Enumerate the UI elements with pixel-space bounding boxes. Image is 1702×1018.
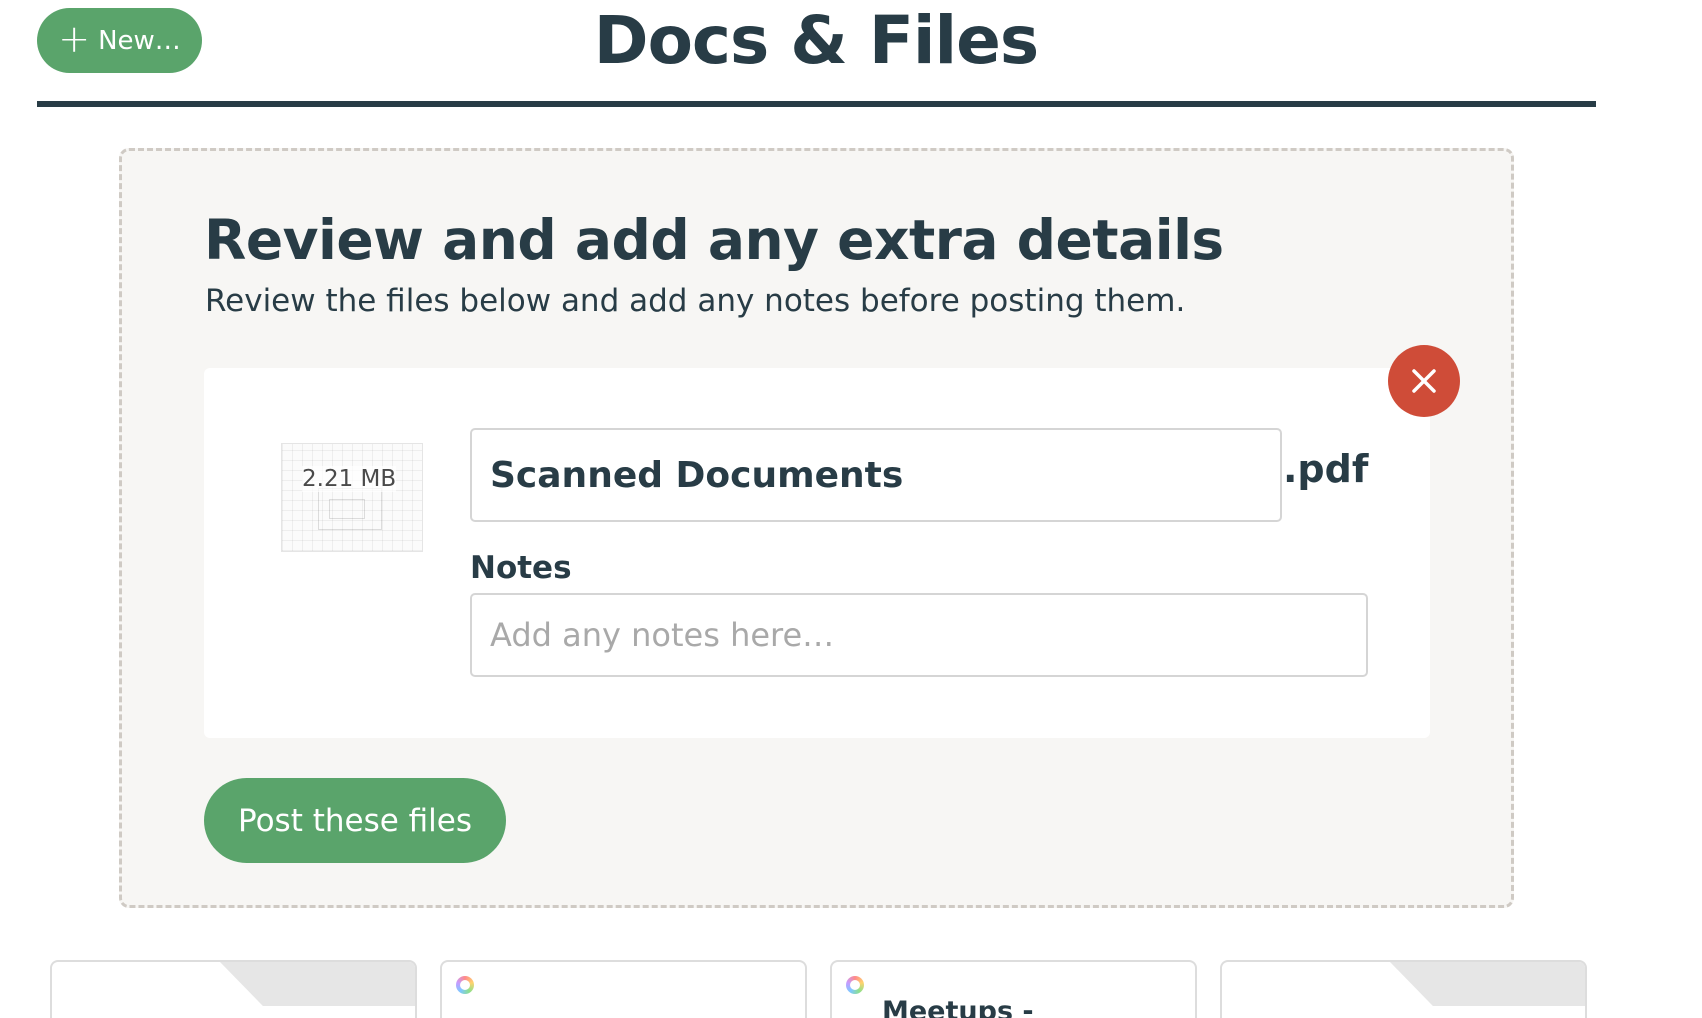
file-name-input[interactable] <box>470 428 1282 522</box>
file-extension: .pdf <box>1283 447 1369 491</box>
card-title: Meetups - <box>882 996 1034 1018</box>
header-divider <box>37 101 1596 107</box>
notes-label: Notes <box>470 550 572 586</box>
folder-tab-icon <box>220 962 415 1006</box>
notes-input[interactable] <box>470 593 1368 677</box>
folder-card[interactable] <box>50 960 417 1018</box>
doc-ring-icon <box>846 976 864 994</box>
document-card[interactable]: Meetups - <box>830 960 1197 1018</box>
file-review-card <box>204 368 1430 738</box>
document-preview-icon <box>318 488 382 530</box>
page-title: Docs & Files <box>593 2 1039 79</box>
file-thumbnail: 2.21 MB <box>281 443 423 552</box>
post-files-button[interactable]: Post these files <box>204 778 506 863</box>
doc-ring-icon <box>456 976 474 994</box>
docs-files-page: + New… Docs & Files Review and add any e… <box>0 0 1702 1018</box>
document-card[interactable] <box>440 960 807 1018</box>
close-icon <box>1412 369 1436 393</box>
folder-tab-icon <box>1390 962 1585 1006</box>
file-size: 2.21 MB <box>302 466 397 492</box>
remove-file-button[interactable] <box>1388 345 1460 417</box>
review-heading: Review and add any extra details <box>204 208 1224 272</box>
review-subheading: Review the files below and add any notes… <box>205 283 1186 319</box>
folder-card[interactable] <box>1220 960 1587 1018</box>
